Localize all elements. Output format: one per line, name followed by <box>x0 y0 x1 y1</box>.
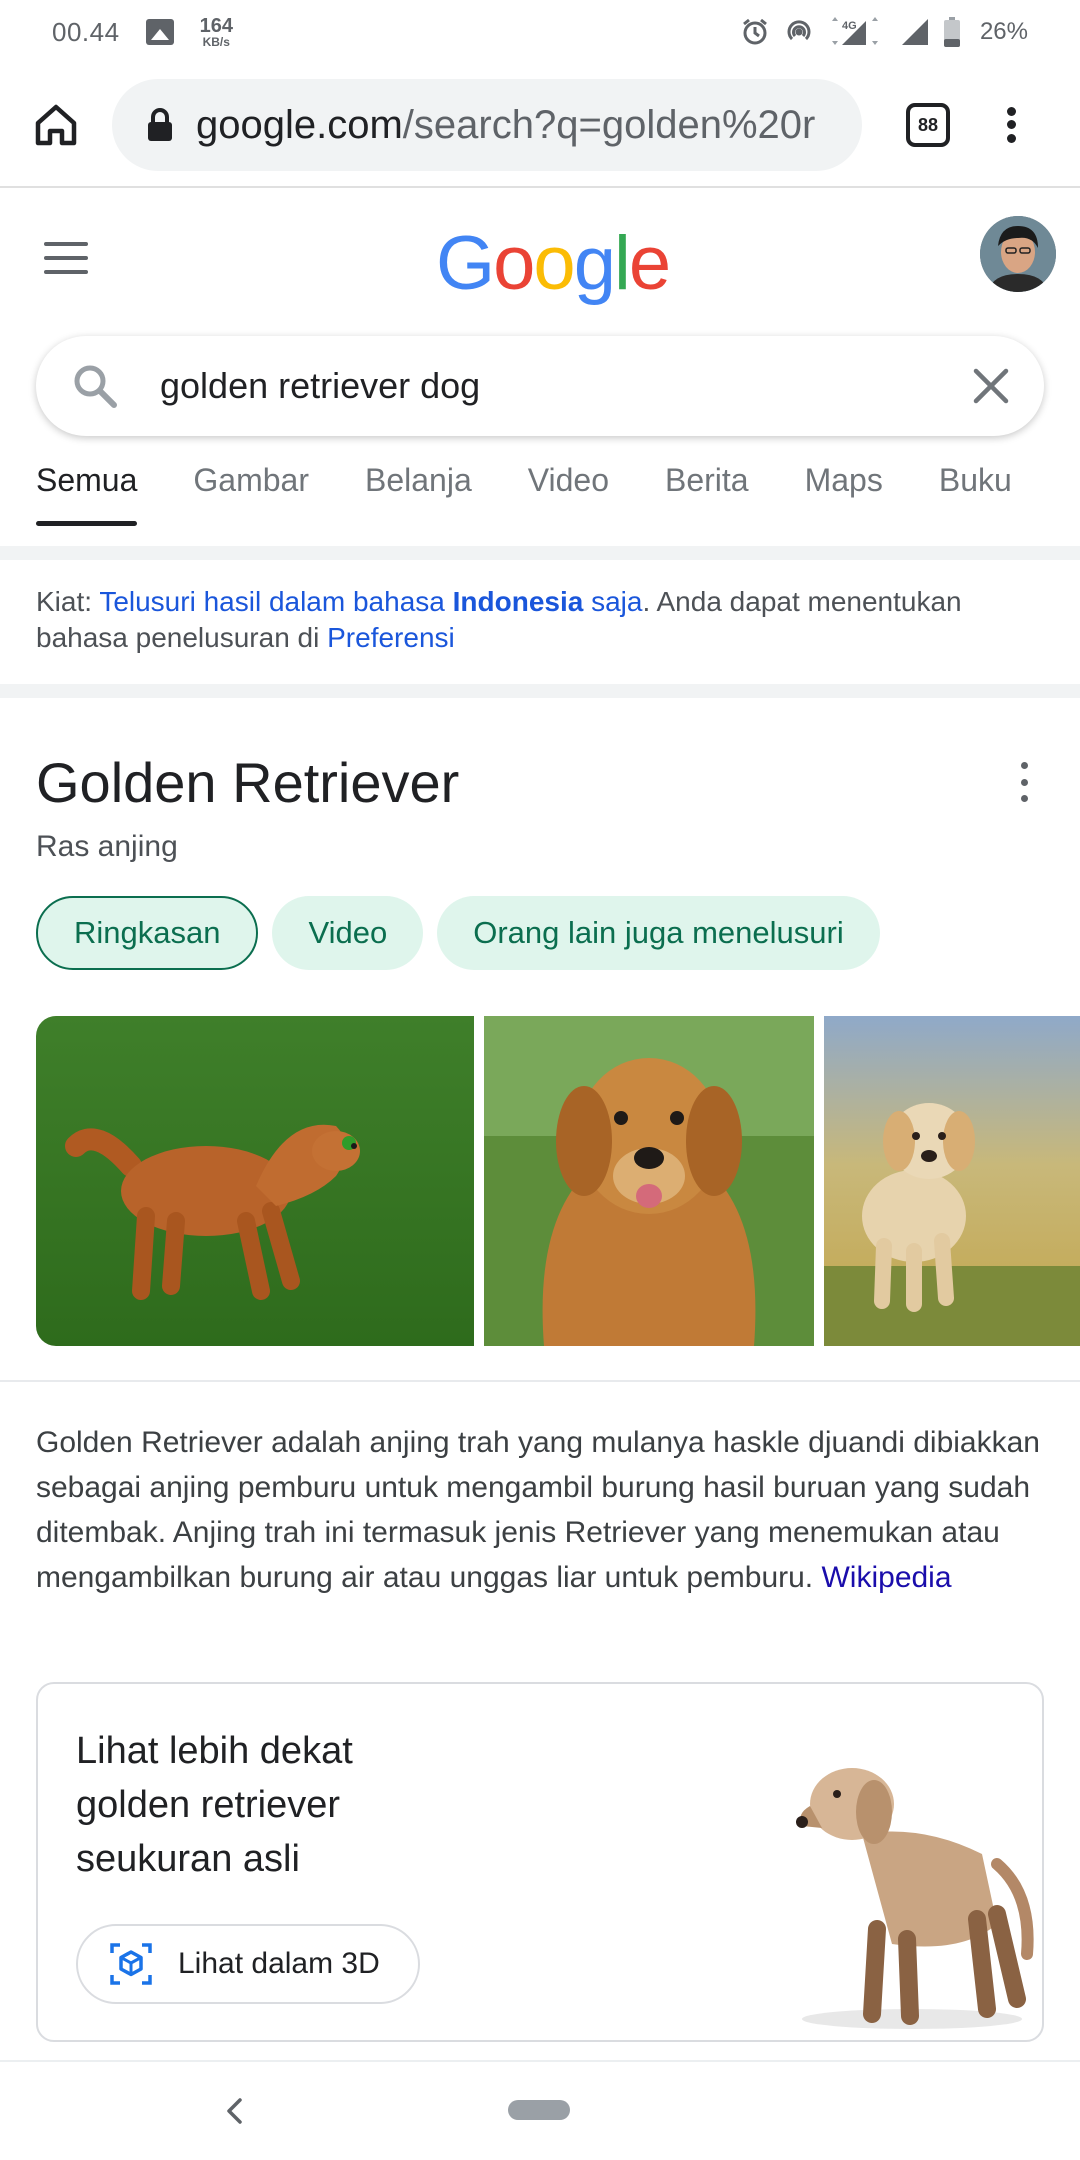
tab-video[interactable]: Video <box>528 462 609 522</box>
lock-icon <box>148 108 172 141</box>
search-input[interactable]: golden retriever dog <box>160 365 968 407</box>
section-divider <box>0 546 1080 560</box>
status-time: 00.44 <box>52 16 120 47</box>
knowledge-panel-description: Golden Retriever adalah anjing trah yang… <box>36 1420 1046 1600</box>
browser-toolbar: google.com/search?q=golden%20r 88 <box>0 64 1080 188</box>
tab-belanja[interactable]: Belanja <box>365 462 472 522</box>
view-3d-card: Lihat lebih dekat golden retriever seuku… <box>36 1682 1044 2042</box>
system-nav-bar <box>0 2060 1080 2160</box>
browser-menu-button[interactable] <box>996 95 1026 155</box>
tab-gambar[interactable]: Gambar <box>193 462 309 522</box>
dot <box>1006 107 1016 117</box>
wikipedia-link[interactable]: Wikipedia <box>821 1561 951 1594</box>
chip-video[interactable]: Video <box>272 896 424 970</box>
dot <box>1006 120 1016 130</box>
tab-buku[interactable]: Buku <box>939 462 1012 522</box>
dog-image[interactable] <box>824 1016 1080 1346</box>
hamburger-menu-icon[interactable] <box>44 242 88 274</box>
home-pill[interactable] <box>508 2100 570 2120</box>
preferences-link[interactable]: Preferensi <box>327 622 455 653</box>
knowledge-panel-title: Golden Retriever <box>36 751 460 814</box>
section-divider <box>0 684 1080 698</box>
view-3d-title: Lihat lebih dekat golden retriever seuku… <box>76 1730 353 1880</box>
google-header: Google <box>0 190 1080 330</box>
dog-image[interactable] <box>36 1016 474 1346</box>
network-speed-unit: KB/s <box>202 35 230 49</box>
search-tabs: Semua Gambar Belanja Video Berita Maps B… <box>36 462 1068 528</box>
search-icon <box>70 361 120 411</box>
logo-letter: o <box>533 221 575 306</box>
tab-switcher-button[interactable]: 88 <box>906 103 950 147</box>
logo-letter: l <box>613 221 631 306</box>
status-bar: 00.44 164 KB/s 4G 26% <box>0 0 1080 64</box>
image-notification-icon <box>145 19 174 45</box>
tab-semua[interactable]: Semua <box>36 462 138 526</box>
home-icon <box>35 104 77 146</box>
logo-letter: o <box>493 221 535 306</box>
address-bar[interactable]: google.com/search?q=golden%20r <box>112 79 862 171</box>
url-path: /search?q=golden%20r <box>402 102 816 147</box>
search-in-language-link[interactable]: Telusuri hasil dalam bahasa Indonesia sa… <box>99 586 642 617</box>
ar-cube-icon <box>108 1941 154 1987</box>
signal-icon <box>900 17 930 47</box>
divider <box>0 1380 1080 1382</box>
logo-letter: e <box>628 221 671 306</box>
knowledge-panel-subtitle: Ras anjing <box>36 830 178 863</box>
back-icon[interactable] <box>220 2096 250 2126</box>
chip-people-also-search[interactable]: Orang lain juga menelusuri <box>437 896 880 970</box>
language-tip: Kiat: Telusuri hasil dalam bahasa Indone… <box>36 584 1046 656</box>
tab-count: 88 <box>917 114 939 135</box>
dog-3d-preview[interactable] <box>782 1724 1042 2034</box>
network-speed-value: 164 <box>199 15 233 37</box>
url-domain: google.com <box>196 102 403 147</box>
battery-percent: 26% <box>979 18 1028 45</box>
view-in-3d-button[interactable]: Lihat dalam 3D <box>76 1924 420 2004</box>
url-text: google.com/search?q=golden%20r <box>196 103 815 148</box>
logo-letter: G <box>436 221 495 306</box>
home-button[interactable] <box>28 97 84 153</box>
view-in-3d-label: Lihat dalam 3D <box>178 1947 380 1980</box>
tab-maps[interactable]: Maps <box>805 462 883 522</box>
chip-ringkasan[interactable]: Ringkasan <box>36 896 259 970</box>
alarm-icon <box>740 17 770 47</box>
image-gallery <box>36 1016 1080 1346</box>
tab-berita[interactable]: Berita <box>665 462 749 522</box>
status-right: 4G 26% <box>740 17 1028 47</box>
svg-text:4G: 4G <box>842 20 857 32</box>
kp-chips: Ringkasan Video Orang lain juga menelusu… <box>36 896 880 970</box>
more-options-icon[interactable] <box>1014 762 1034 802</box>
google-logo[interactable]: Google <box>436 220 671 307</box>
logo-letter: g <box>573 221 616 306</box>
search-box[interactable]: golden retriever dog <box>36 336 1044 436</box>
avatar[interactable] <box>980 216 1056 292</box>
dog-image[interactable] <box>484 1016 814 1346</box>
status-left: 00.44 164 KB/s <box>52 16 233 48</box>
signal-4g-icon: 4G <box>828 17 886 47</box>
dot <box>1006 133 1016 143</box>
battery-icon <box>943 17 960 47</box>
network-speed: 164 KB/s <box>200 16 233 48</box>
hotspot-icon <box>784 17 814 47</box>
tip-prefix: Kiat: <box>36 586 100 617</box>
close-icon[interactable] <box>968 363 1014 409</box>
